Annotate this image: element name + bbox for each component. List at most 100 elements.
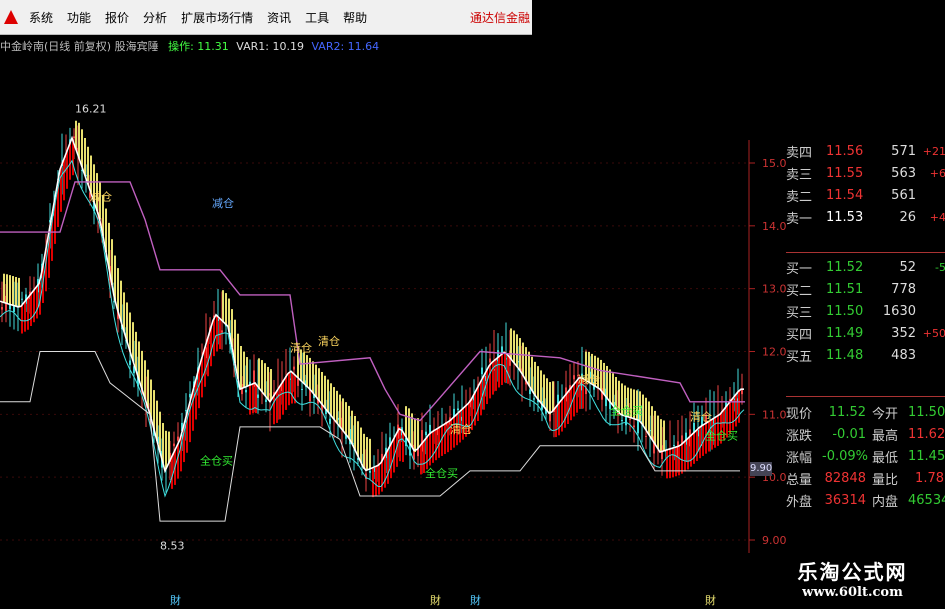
stat-row: 总量 82848 量比 1.78 <box>786 467 945 489</box>
ask-change: +21 <box>922 144 945 158</box>
bid-panel: 买一 11.52 52 -5 买二 11.51 778 买三 11.50 1630 买四 11.49 3… <box>786 256 945 366</box>
stat-value2: 11.62 <box>908 426 945 442</box>
menu-quote[interactable]: 报价 <box>98 9 136 26</box>
ask-price: 11.55 <box>826 165 864 181</box>
candle-body <box>185 410 187 412</box>
bottom-marker: 財 <box>705 593 716 607</box>
bid-price: 11.51 <box>826 281 864 297</box>
menu-help[interactable]: 帮助 <box>336 9 374 26</box>
chart-grid <box>0 140 750 553</box>
menu-tools[interactable]: 工具 <box>298 9 336 26</box>
candle-body <box>257 394 259 398</box>
chart-title-bar: 中金岭南(日线 前复权) 股海宾陲 操作: 11.31 VAR1: 10.19 … <box>0 38 379 56</box>
menu-function[interactable]: 功能 <box>60 9 98 26</box>
candle-body <box>481 367 483 375</box>
bid-row: 买三 11.50 1630 <box>786 300 945 322</box>
low-label: 8.53 <box>160 539 185 552</box>
ask-row: 卖一 11.53 26 +4 <box>786 206 945 228</box>
stat-value2: 1.78 <box>915 470 944 486</box>
candle-body <box>21 298 23 300</box>
ask-row: 卖三 11.55 563 +6 <box>786 162 945 184</box>
bottom-marker: 財 <box>470 593 481 607</box>
signal-label: 减仓 <box>578 372 600 386</box>
signal-label: 全仓买 <box>705 428 738 442</box>
signal-label: 减仓 <box>90 190 112 204</box>
candles <box>1 125 743 493</box>
menu-news[interactable]: 资讯 <box>260 9 298 26</box>
ask-row: 卖二 11.54 561 <box>786 184 945 206</box>
stat-key2: 内盘 <box>872 494 899 510</box>
ask-panel: 卖四 11.56 571 +21 卖三 11.55 563 +6 卖二 11.54 561 卖一 11.… <box>786 140 945 228</box>
candle-body <box>129 360 131 365</box>
stat-value2: 11.45 <box>908 448 945 464</box>
stat-key2: 量比 <box>872 472 899 488</box>
stat-key: 涨幅 <box>786 450 813 466</box>
candle-body <box>741 390 743 395</box>
signal-label: 全仓买 <box>610 403 643 417</box>
candle-body <box>329 418 331 424</box>
candle-body <box>457 408 459 411</box>
menu-system[interactable]: 系统 <box>22 9 60 26</box>
brand-label: 通达信金融 <box>469 10 530 25</box>
bid-volume: 52 <box>899 259 916 275</box>
signal-labels: 16.218.53减仓 减仓清仓 清仓全仓买全仓买全仓买清仓减仓清仓全仓买財財財財 <box>75 103 738 607</box>
ask-change: +4 <box>929 210 945 224</box>
price-tick-label: 13.00 <box>762 283 786 296</box>
candle-body <box>245 389 247 393</box>
candle-body <box>645 435 647 437</box>
bid-price: 11.50 <box>826 303 864 319</box>
signal-label: 清仓 <box>290 341 312 355</box>
stat-key2: 今开 <box>872 406 899 422</box>
signal-label: 全仓买 <box>200 454 233 468</box>
indicator-var2: VAR2: 11.64 <box>311 40 380 53</box>
price-tick-label: 15.00 <box>762 157 786 170</box>
signal-label: 减仓 <box>212 196 234 210</box>
candle-body <box>629 418 631 420</box>
stock-title: 中金岭南(日线 前复权) 股海宾陲 <box>0 40 159 53</box>
ask-volume: 571 <box>891 143 916 159</box>
candle-body <box>489 358 491 363</box>
bid-name: 买三 <box>786 305 813 321</box>
stat-value2: 11.50 <box>908 404 945 420</box>
candle-body <box>621 420 623 422</box>
bid-volume: 1630 <box>882 303 916 319</box>
price-tick-label: 14.00 <box>762 220 786 233</box>
candle-body <box>673 445 675 447</box>
ask-name: 卖一 <box>786 211 813 227</box>
menu-ext-market[interactable]: 扩展市场行情 <box>174 9 260 26</box>
stat-value: 11.52 <box>828 404 866 420</box>
candle-body <box>297 379 299 386</box>
candle-body <box>425 431 427 436</box>
indicator-bands <box>3 120 740 498</box>
signal-label: 清仓 <box>318 334 340 348</box>
watermark-cn: 乐淘公式网 <box>797 560 908 584</box>
candle-body <box>533 398 535 400</box>
bid-volume: 778 <box>891 281 916 297</box>
price-tag: 9.90 <box>750 462 773 476</box>
bid-row: 买二 11.51 778 <box>786 278 945 300</box>
ask-name: 卖三 <box>786 167 813 183</box>
signal-label: 清仓 <box>690 410 712 424</box>
candle-body <box>573 375 575 380</box>
ask-row: 卖四 11.56 571 +21 <box>786 140 945 162</box>
kline-chart[interactable]: 15.0014.0013.0012.0011.0010.009.00 16.21… <box>0 56 786 609</box>
menu-bar: 系统 功能 报价 分析 扩展市场行情 资讯 工具 帮助 通达信金融 <box>0 0 532 35</box>
candle-body <box>529 389 531 395</box>
stat-value: 82848 <box>824 470 866 486</box>
stat-value: 36314 <box>824 492 866 508</box>
bid-name: 买二 <box>786 283 813 299</box>
watermark-url: www.60lt.com <box>802 585 903 600</box>
bottom-marker: 財 <box>170 593 181 607</box>
candle-body <box>633 425 635 428</box>
stat-key: 涨跌 <box>786 428 813 444</box>
ask-change: +6 <box>929 166 945 180</box>
ask-name: 卖二 <box>786 189 813 205</box>
ask-bid-divider <box>786 252 945 253</box>
candle-body <box>369 470 371 473</box>
bid-stat-divider <box>786 396 945 397</box>
stat-key: 总量 <box>786 472 813 488</box>
menu-analysis[interactable]: 分析 <box>136 9 174 26</box>
stat-value: -0.01 <box>832 426 866 442</box>
stat-row: 现价 11.52 今开 11.50 <box>786 401 945 423</box>
high-label: 16.21 <box>75 103 107 116</box>
